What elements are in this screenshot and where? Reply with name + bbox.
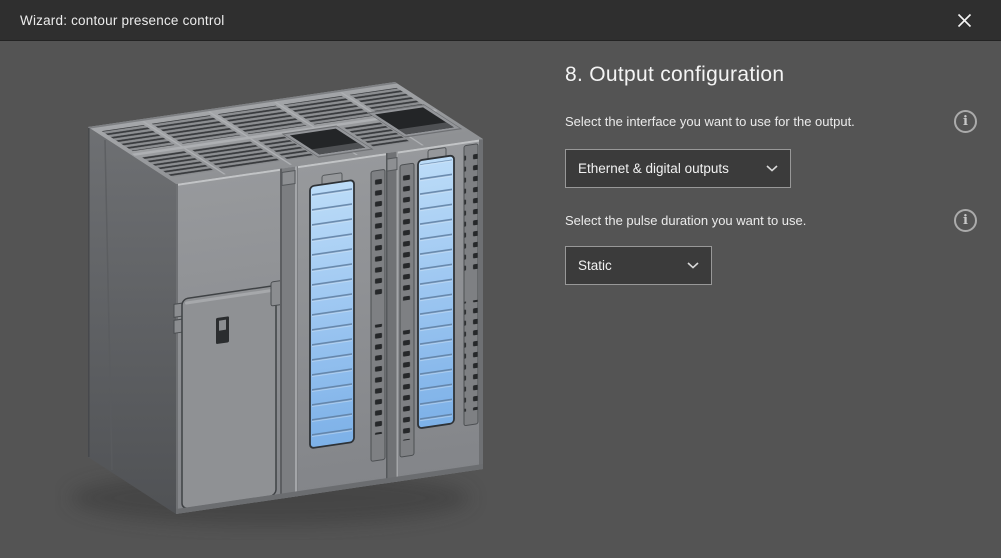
pulse-duration-dropdown-value: Static xyxy=(578,258,612,273)
interface-dropdown-value: Ethernet & digital outputs xyxy=(578,161,729,176)
chevron-down-icon xyxy=(687,262,699,269)
close-icon xyxy=(957,13,972,28)
pulse-duration-field-label: Select the pulse duration you want to us… xyxy=(565,213,806,229)
plc-device-render xyxy=(55,70,500,540)
pulse-duration-dropdown[interactable]: Static xyxy=(565,246,712,285)
info-icon: i xyxy=(963,214,968,227)
interface-dropdown[interactable]: Ethernet & digital outputs xyxy=(565,149,791,188)
chevron-down-icon xyxy=(766,165,778,172)
step-heading: 8. Output configuration xyxy=(565,63,784,87)
title-bar: Wizard: contour presence control xyxy=(0,0,1001,41)
config-panel: 8. Output configuration Select the inter… xyxy=(565,41,977,558)
3d-viewport xyxy=(0,41,556,558)
content-area: 8. Output configuration Select the inter… xyxy=(0,41,1001,558)
window-title: Wizard: contour presence control xyxy=(20,13,225,28)
interface-info-button[interactable]: i xyxy=(954,110,977,133)
interface-field-label: Select the interface you want to use for… xyxy=(565,114,855,130)
info-icon: i xyxy=(963,115,968,128)
pulse-duration-info-button[interactable]: i xyxy=(954,209,977,232)
wizard-dialog: Wizard: contour presence control xyxy=(0,0,1001,558)
close-button[interactable] xyxy=(943,0,985,41)
